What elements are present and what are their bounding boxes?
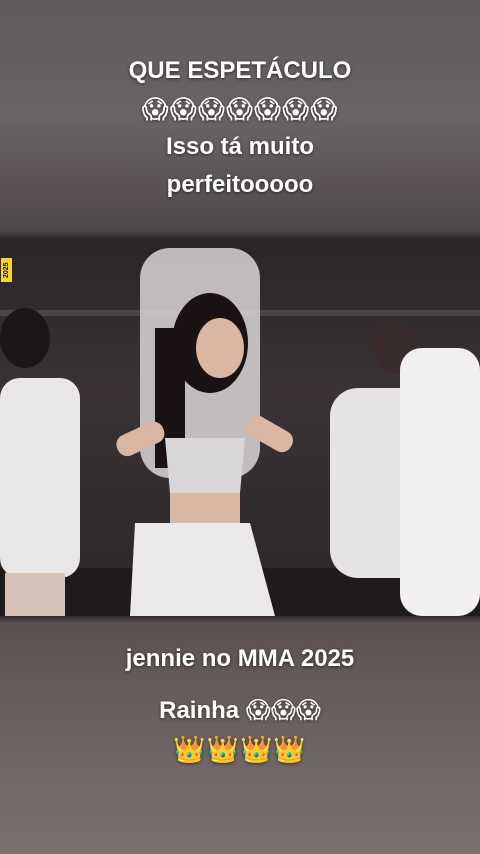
top-caption: QUE ESPETÁCULO 😱😱😱😱😱😱😱 Isso tá muito per… [0,52,480,204]
left-dancer-body [0,378,80,578]
caption-line-2: Isso tá muito [165,133,315,160]
lead-face [196,318,244,378]
caption-rainha-line: Rainha 😱😱😱 [159,697,321,724]
left-dancer-head [0,308,50,368]
caption-line-3: perfeitooooo [166,171,314,198]
lead-top [165,438,245,493]
caption-crowns-row: 👑👑👑👑 [173,734,307,764]
left-dancer-legs [5,573,65,616]
caption-line-title: QUE ESPETÁCULO [128,57,352,84]
far-right-dancer [400,348,480,616]
year-badge: 2025 [1,258,12,282]
caption-artist-line: jennie no MMA 2025 [125,645,355,672]
lead-waist [170,493,240,523]
bottom-caption: jennie no MMA 2025 Rainha 😱😱😱 👑👑👑👑 [0,640,480,768]
video-frame[interactable] [0,238,480,616]
caption-emoji-row: 😱😱😱😱😱😱😱 [141,94,339,124]
performance-scene [0,248,480,616]
lead-shorts [130,523,275,616]
